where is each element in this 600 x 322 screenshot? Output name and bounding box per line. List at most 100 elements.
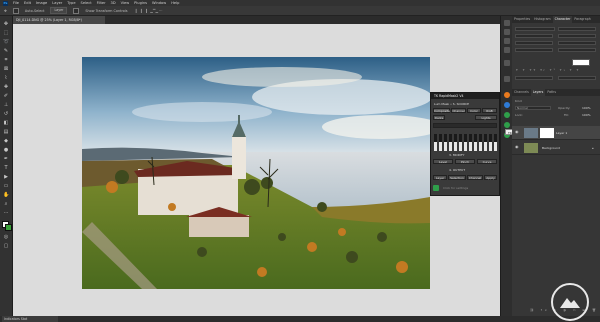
leading-field[interactable] bbox=[558, 34, 596, 38]
mask-slider-row[interactable] bbox=[433, 123, 497, 128]
tab-histogram[interactable]: Histogram bbox=[532, 16, 553, 23]
eye-icon[interactable]: ◉ bbox=[515, 145, 519, 149]
background-color-swatch[interactable] bbox=[5, 224, 12, 231]
tab-color[interactable]: Color bbox=[467, 108, 481, 113]
quick-select-icon[interactable]: ✎ bbox=[3, 49, 9, 54]
mask-bar[interactable] bbox=[454, 134, 457, 151]
history-icon[interactable] bbox=[504, 20, 510, 26]
layer-name[interactable]: Layer 1 bbox=[556, 131, 567, 135]
zoom-icon[interactable]: ⌕ bbox=[3, 202, 9, 207]
tab-properties[interactable]: Properties bbox=[512, 16, 532, 23]
path-select-icon[interactable]: ▶ bbox=[3, 175, 9, 180]
align-icons[interactable]: ▕▏▕▏▕▏ ▁▔▁ ··· bbox=[134, 9, 163, 13]
auto-select-dropdown[interactable]: Layer bbox=[50, 7, 68, 14]
marquee-icon[interactable]: ⬚ bbox=[3, 31, 9, 36]
eyedropper-icon[interactable]: ⌇ bbox=[3, 76, 9, 81]
language-field[interactable] bbox=[515, 76, 553, 80]
tab-channels[interactable]: Channels bbox=[512, 89, 531, 96]
stamp-icon[interactable]: ⊥ bbox=[3, 103, 9, 108]
menu-help[interactable]: Help bbox=[171, 1, 179, 5]
plugin-green-icon-2[interactable] bbox=[504, 122, 510, 128]
lights-label[interactable]: Lights bbox=[475, 115, 497, 120]
tab-composite[interactable]: Composite bbox=[433, 108, 450, 113]
output-channel-button[interactable]: Channel bbox=[467, 175, 483, 180]
menu-3d[interactable]: 3D bbox=[111, 1, 116, 5]
opacity-value[interactable]: 100% bbox=[582, 106, 591, 110]
horizontal-scale-field[interactable] bbox=[558, 48, 596, 52]
type-style-buttons[interactable]: T T TT Tr T¹ T₁ T T bbox=[516, 68, 580, 72]
mask-bar[interactable] bbox=[464, 134, 467, 151]
hand-icon[interactable]: ✋ bbox=[3, 193, 9, 198]
font-family-field[interactable] bbox=[515, 27, 555, 31]
filter-kind-label[interactable]: Kind bbox=[515, 99, 522, 103]
menu-image[interactable]: Image bbox=[36, 1, 47, 5]
menu-select[interactable]: Select bbox=[81, 1, 92, 5]
status-indicator[interactable]: Indicators Stat bbox=[2, 316, 58, 322]
screen-mode-icon[interactable]: ▢ bbox=[3, 244, 9, 249]
tracking-field[interactable] bbox=[558, 41, 596, 45]
gradient-icon[interactable]: ▤ bbox=[3, 130, 9, 135]
menu-plugins[interactable]: Plugins bbox=[134, 1, 147, 5]
tab-channel[interactable]: Channel bbox=[451, 108, 466, 113]
brush-settings-icon[interactable] bbox=[504, 60, 510, 66]
photo-canvas[interactable] bbox=[82, 57, 430, 289]
mask-bar[interactable] bbox=[434, 134, 437, 151]
type-icon[interactable]: T bbox=[3, 166, 9, 171]
menu-window[interactable]: Window bbox=[152, 1, 166, 5]
adjustments-icon[interactable] bbox=[504, 47, 510, 53]
menu-layer[interactable]: Layer bbox=[52, 1, 62, 5]
font-style-field[interactable] bbox=[558, 27, 596, 31]
pinch-button[interactable]: Pinch bbox=[455, 159, 475, 164]
settings-icon[interactable] bbox=[433, 185, 439, 191]
actions-icon[interactable] bbox=[504, 29, 510, 35]
healing-icon[interactable]: ✚ bbox=[3, 85, 9, 90]
mask-bar[interactable] bbox=[474, 134, 477, 151]
blur-icon[interactable]: ◆ bbox=[3, 139, 9, 144]
plugin-blue-icon[interactable] bbox=[504, 102, 510, 108]
kerning-field[interactable] bbox=[515, 41, 553, 45]
more-tools-icon[interactable]: ··· bbox=[3, 211, 9, 216]
menu-filter[interactable]: Filter bbox=[97, 1, 106, 5]
lasso-icon[interactable]: ➰ bbox=[3, 40, 9, 45]
mask-bar[interactable] bbox=[449, 134, 452, 151]
quick-mask-icon[interactable]: ◎ bbox=[3, 235, 9, 240]
layer-row[interactable]: ◉ Layer 1 bbox=[512, 126, 600, 140]
layer-mask-thumbnail[interactable] bbox=[540, 128, 554, 138]
dodge-icon[interactable]: ● bbox=[3, 148, 9, 153]
level-button[interactable]: Level bbox=[433, 159, 453, 164]
tab-rgb[interactable]: RGB bbox=[482, 108, 497, 113]
mask-bar[interactable] bbox=[489, 134, 492, 151]
pen-icon[interactable]: ✒ bbox=[3, 157, 9, 162]
text-color-swatch[interactable] bbox=[572, 59, 590, 66]
frame-icon[interactable]: ⊠ bbox=[3, 67, 9, 72]
mask-bar[interactable] bbox=[439, 134, 442, 151]
tab-layers[interactable]: Layers bbox=[530, 89, 546, 96]
shape-icon[interactable]: ▭ bbox=[3, 184, 9, 189]
mask-bar[interactable] bbox=[459, 134, 462, 151]
auto-select-checkbox[interactable] bbox=[12, 7, 19, 14]
darks-label[interactable]: Darks bbox=[433, 115, 445, 120]
move-icon[interactable]: ✥ bbox=[3, 22, 9, 27]
plugin-orange-icon[interactable] bbox=[504, 92, 510, 98]
mask-bar[interactable] bbox=[484, 134, 487, 151]
settings-hint[interactable]: Click for settings bbox=[443, 186, 468, 190]
history-brush-icon[interactable]: ↺ bbox=[3, 112, 9, 117]
menu-edit[interactable]: Edit bbox=[24, 1, 31, 5]
plugin-green-icon[interactable] bbox=[504, 112, 510, 118]
output-apply-button[interactable]: Apply bbox=[484, 175, 497, 180]
menu-file[interactable]: File bbox=[13, 1, 19, 5]
swatches-icon[interactable] bbox=[504, 38, 510, 44]
glyphs-icon[interactable] bbox=[504, 76, 510, 82]
eye-icon[interactable]: ◉ bbox=[515, 130, 519, 134]
menu-type[interactable]: Type bbox=[67, 1, 75, 5]
layer-name[interactable]: Background bbox=[542, 146, 560, 150]
move-tool-icon[interactable]: ✥ bbox=[4, 9, 7, 13]
document-tab[interactable]: DJI_0114.DNG @ 25% (Layer 1, RGB/8*) bbox=[13, 16, 105, 24]
mask-bar[interactable] bbox=[479, 134, 482, 151]
output-layer-button[interactable]: Layer bbox=[433, 175, 447, 180]
menu-view[interactable]: View bbox=[121, 1, 130, 5]
show-transform-checkbox[interactable] bbox=[73, 7, 80, 14]
tab-paths[interactable]: Paths bbox=[545, 89, 558, 96]
font-size-field[interactable] bbox=[515, 34, 553, 38]
fill-value[interactable]: 100% bbox=[582, 113, 591, 117]
